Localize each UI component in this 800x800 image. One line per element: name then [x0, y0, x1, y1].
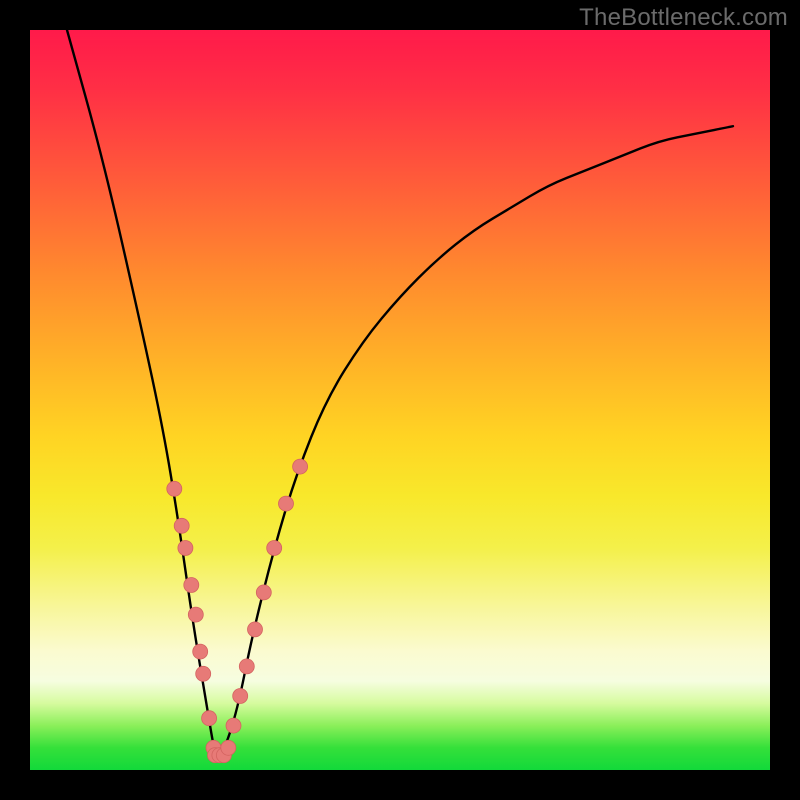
- data-point: [221, 740, 236, 755]
- chart-frame: TheBottleneck.com: [0, 0, 800, 800]
- data-point: [233, 689, 248, 704]
- data-point: [279, 496, 294, 511]
- data-point: [256, 585, 271, 600]
- marker-layer: [167, 459, 308, 763]
- data-point: [188, 607, 203, 622]
- data-point: [174, 518, 189, 533]
- data-point: [293, 459, 308, 474]
- data-point: [248, 622, 263, 637]
- data-point: [202, 711, 217, 726]
- bottleneck-curve: [67, 30, 733, 755]
- data-point: [184, 578, 199, 593]
- chart-plot-area: [30, 30, 770, 770]
- chart-svg: [30, 30, 770, 770]
- data-point: [178, 541, 193, 556]
- data-point: [226, 718, 241, 733]
- data-point: [239, 659, 254, 674]
- data-point: [193, 644, 208, 659]
- watermark-text: TheBottleneck.com: [579, 4, 788, 32]
- data-point: [196, 666, 211, 681]
- data-point: [267, 541, 282, 556]
- data-point: [167, 481, 182, 496]
